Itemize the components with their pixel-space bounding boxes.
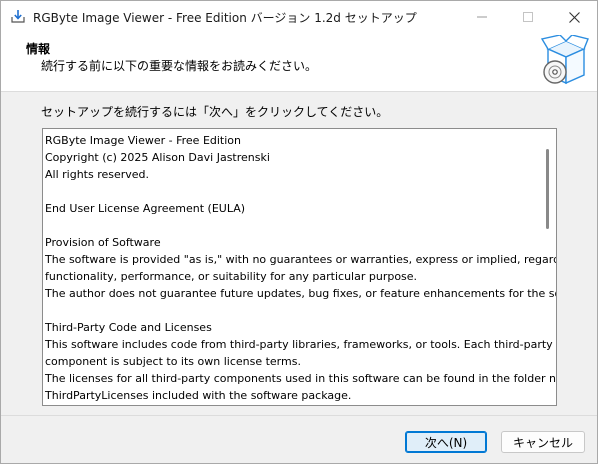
maximize-button[interactable] bbox=[505, 1, 551, 33]
license-line: Provision of Software bbox=[45, 236, 161, 249]
title-bar[interactable]: RGByte Image Viewer - Free Edition バージョン… bbox=[1, 1, 597, 33]
minimize-icon bbox=[477, 12, 487, 22]
close-button[interactable] bbox=[551, 1, 597, 33]
next-button[interactable]: 次へ(N) bbox=[405, 431, 487, 453]
software-box-disc-icon bbox=[540, 34, 590, 89]
vertical-scrollbar[interactable] bbox=[541, 129, 556, 405]
license-line: Copyright (c) 2025 Alison Davi Jastrensk… bbox=[45, 151, 270, 164]
footer-divider bbox=[1, 415, 597, 416]
close-icon bbox=[568, 11, 580, 23]
wizard-header: 情報 続行する前に以下の重要な情報をお読みください。 bbox=[1, 33, 597, 92]
license-text: RGByte Image Viewer - Free Edition Copyr… bbox=[45, 132, 557, 404]
page-subtitle: 続行する前に以下の重要な情報をお読みください。 bbox=[41, 59, 318, 73]
license-line: The software is provided "as is," with n… bbox=[45, 253, 557, 266]
license-line: component is subject to its own license … bbox=[45, 355, 301, 368]
license-line bbox=[45, 302, 540, 319]
maximize-icon bbox=[523, 12, 533, 22]
license-line: The licenses for all third-party compone… bbox=[45, 372, 557, 385]
license-line: Third-Party Code and Licenses bbox=[45, 321, 212, 334]
instruction-text: セットアップを続行するには「次へ」をクリックしてください。 bbox=[41, 105, 389, 119]
setup-window: RGByte Image Viewer - Free Edition バージョン… bbox=[0, 0, 598, 464]
installer-icon bbox=[10, 8, 26, 24]
license-line: RGByte Image Viewer - Free Edition bbox=[45, 134, 242, 147]
license-line bbox=[45, 217, 540, 234]
page-title: 情報 bbox=[26, 42, 51, 56]
minimize-button[interactable] bbox=[459, 1, 505, 33]
license-textbox[interactable]: RGByte Image Viewer - Free Edition Copyr… bbox=[42, 128, 557, 406]
license-line: functionality, performance, or suitabili… bbox=[45, 270, 418, 283]
license-line: The author does not guarantee future upd… bbox=[45, 287, 557, 300]
license-line: End User License Agreement (EULA) bbox=[45, 202, 246, 215]
license-line: ThirdPartyLicenses included with the sof… bbox=[45, 389, 352, 402]
license-line bbox=[45, 183, 540, 200]
license-line: This software includes code from third-p… bbox=[45, 338, 553, 351]
license-line: All rights reserved. bbox=[45, 168, 150, 181]
window-title: RGByte Image Viewer - Free Edition バージョン… bbox=[33, 11, 417, 25]
cancel-button[interactable]: キャンセル bbox=[501, 431, 585, 453]
scrollbar-thumb[interactable] bbox=[546, 149, 549, 229]
